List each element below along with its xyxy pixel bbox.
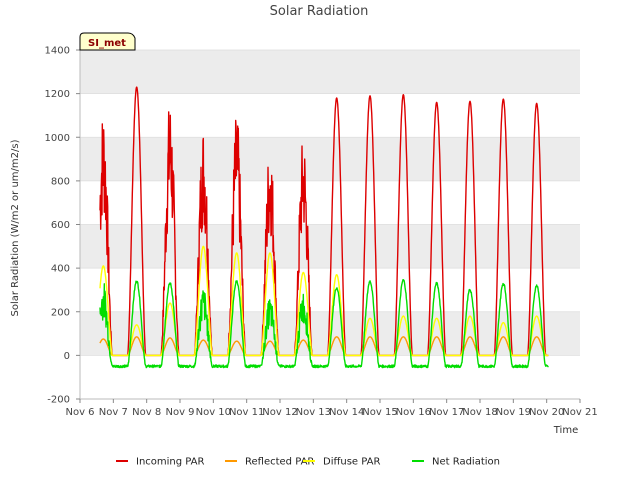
y-tick-label: 800 <box>51 176 70 187</box>
x-axis-ticks: Nov 6 Nov 7 Nov 8 Nov 9 Nov 10Nov 11Nov 12No… <box>65 399 598 418</box>
y-tick-label: 1200 <box>45 89 70 100</box>
x-tick-label: Nov 10 <box>196 407 231 418</box>
x-tick-label: Nov 9 <box>165 407 194 418</box>
x-tick-label: Nov 18 <box>462 407 497 418</box>
x-tick-label: Nov 11 <box>229 407 264 418</box>
y-tick-label: 1000 <box>45 133 70 144</box>
y-tick-label: 600 <box>51 220 70 231</box>
shaded-band <box>80 50 580 94</box>
x-tick-label: Nov 12 <box>262 407 297 418</box>
y-tick-label: 200 <box>51 307 70 318</box>
legend-label: Incoming PAR <box>136 457 205 468</box>
y-tick-label: -200 <box>47 395 70 406</box>
x-tick-label: Nov 8 <box>132 407 161 418</box>
x-tick-label: Nov 15 <box>362 407 397 418</box>
chart-title: Solar Radiation <box>270 4 369 19</box>
solar-radiation-chart: -200 0 200 400 600 800 1000 1200 1400 Nov 6 Nov 7… <box>10 4 598 468</box>
legend-label: Net Radiation <box>432 457 500 468</box>
x-tick-label: Nov 13 <box>296 407 331 418</box>
x-tick-label: Nov 20 <box>529 407 564 418</box>
legend: Incoming PAR Reflected PAR Diffuse PAR Net … <box>116 457 500 468</box>
x-tick-label: Nov 14 <box>329 407 364 418</box>
x-tick-label: Nov 7 <box>99 407 128 418</box>
y-tick-label: 0 <box>64 351 70 362</box>
y-axis-ticks: -200 0 200 400 600 800 1000 1200 1400 <box>45 46 80 406</box>
x-tick-label: Nov 21 <box>562 407 597 418</box>
x-tick-label: Nov 17 <box>429 407 464 418</box>
x-tick-label: Nov 6 <box>65 407 94 418</box>
shaded-band <box>80 137 580 181</box>
y-axis-label: Solar Radiation (W/m2 or um/m2/s) <box>10 139 21 316</box>
x-tick-label: Nov 16 <box>396 407 431 418</box>
x-tick-label: Nov 19 <box>496 407 531 418</box>
station-badge-label: SI_met <box>88 38 126 49</box>
y-tick-label: 400 <box>51 264 70 275</box>
y-tick-label: 1400 <box>45 46 70 57</box>
legend-label: Diffuse PAR <box>323 457 380 468</box>
station-badge: SI_met <box>79 32 136 51</box>
shaded-band <box>80 224 580 269</box>
x-axis-label: Time <box>553 425 578 436</box>
